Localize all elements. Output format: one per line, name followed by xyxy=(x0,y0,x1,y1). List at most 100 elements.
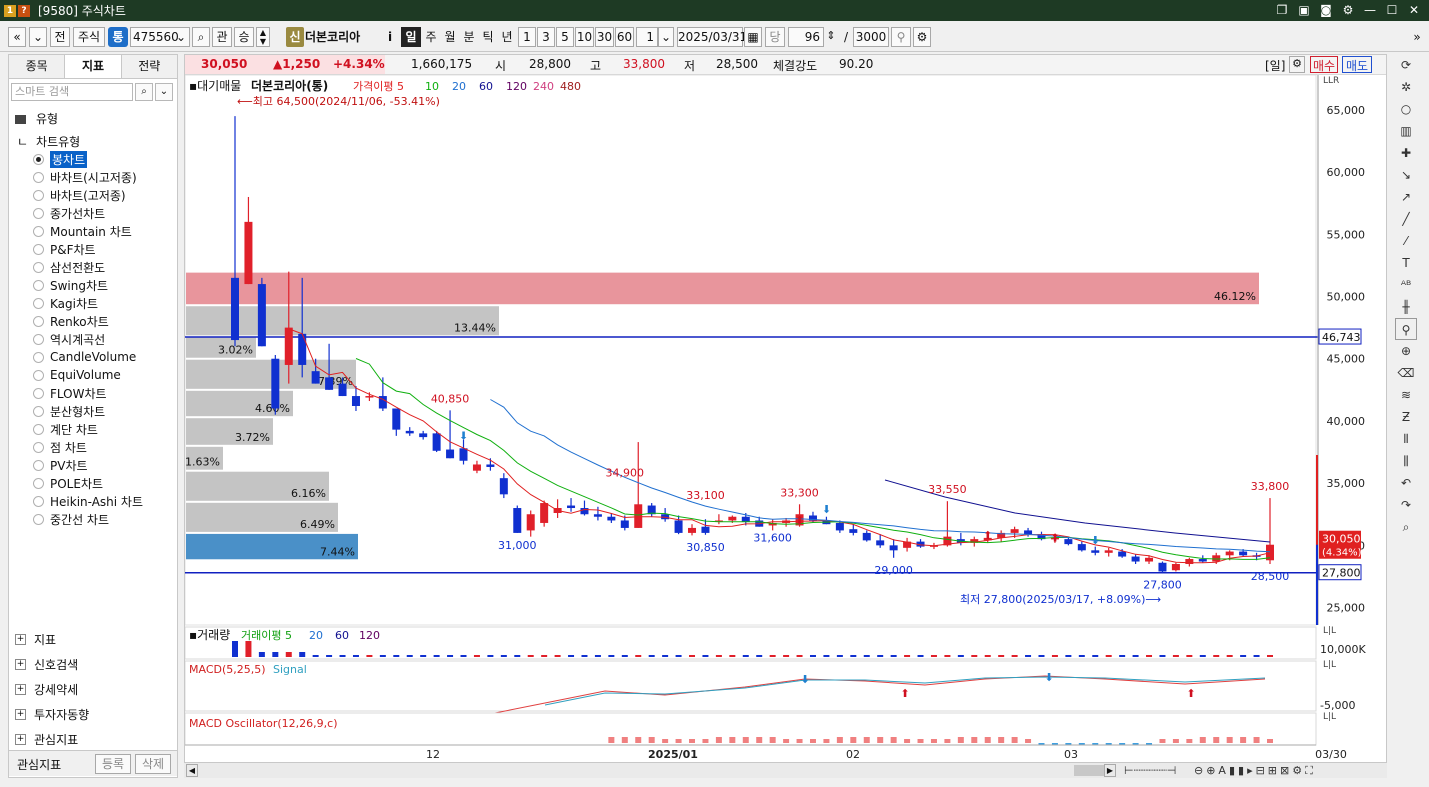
chart-type-item[interactable]: Swing차트 xyxy=(33,276,143,294)
auto-line-icon[interactable]: ⁄ xyxy=(1395,230,1417,252)
delete-button[interactable]: 삭제 xyxy=(135,754,171,774)
settings-gear-icon[interactable]: ⚙ xyxy=(1289,56,1305,73)
info-button[interactable]: i xyxy=(382,27,398,47)
eraser-icon[interactable]: ⌫ xyxy=(1395,362,1417,384)
chart-type-item[interactable]: 분산형차트 xyxy=(33,402,143,420)
magnifier-icon[interactable]: ⌕ xyxy=(1395,516,1417,538)
chart-area[interactable]: 30,050 ▲1,250 +4.34% 1,660,175 시 28,800 … xyxy=(184,54,1387,776)
calendar-icon[interactable]: ▦ xyxy=(744,27,762,47)
gwan-button[interactable]: 관 xyxy=(212,27,232,47)
code-input[interactable]: 475560 ⌄ xyxy=(130,27,190,47)
period-minute[interactable]: 분 xyxy=(460,27,478,47)
redo-icon[interactable]: ↷ xyxy=(1395,494,1417,516)
search-icon[interactable]: ⌕ xyxy=(192,27,210,47)
chart-type-item[interactable]: 바차트(시고저종) xyxy=(33,168,143,186)
time-scrollbar[interactable]: ◀ ▶ ⊢┈┈┈┈┈⊣ ⊖⊕A▮▮▸⊟⊞⊠⚙⛶ xyxy=(184,762,1387,778)
gear-icon[interactable]: ✲ xyxy=(1395,76,1417,98)
period-num-input[interactable]: 1 xyxy=(636,27,658,47)
updown-stepper-icon[interactable]: ▲ ▼ xyxy=(256,27,270,47)
chart-type-item[interactable]: Renko차트 xyxy=(33,312,143,330)
chart-type-item[interactable]: Mountain 차트 xyxy=(33,222,143,240)
chevron-down-icon[interactable]: ⌄ xyxy=(658,27,674,47)
stock-name[interactable]: 더본코리아 xyxy=(305,27,375,47)
vertical-lines-icon[interactable]: ⦀ xyxy=(1395,428,1417,450)
zoom-plus-icon[interactable]: ⚲ xyxy=(891,27,911,47)
market-select[interactable]: 주식 xyxy=(73,27,105,47)
chart-type-item[interactable]: Kagi차트 xyxy=(33,294,143,312)
settings-gear-icon[interactable]: ⚙ xyxy=(913,27,931,47)
ray-icon[interactable]: ↗ xyxy=(1395,186,1417,208)
help-icon[interactable]: ? xyxy=(18,4,30,17)
indicator-group[interactable]: + 강세약세 xyxy=(15,677,89,702)
candle-icon[interactable]: ╫ xyxy=(1395,296,1417,318)
indicator-group[interactable]: + 신호검색 xyxy=(15,652,89,677)
min-30[interactable]: 30 xyxy=(595,27,614,47)
date-input[interactable]: 2025/03/31 xyxy=(677,27,747,47)
register-button[interactable]: 등록 xyxy=(95,754,131,774)
period-month[interactable]: 월 xyxy=(441,27,459,47)
zoom-icon[interactable]: ⚲ xyxy=(1395,318,1417,340)
stepper-arrows-icon[interactable]: ⇕ xyxy=(826,27,836,47)
indicator-group[interactable]: + 지표 xyxy=(15,627,89,652)
indicator-group[interactable]: + 투자자동향 xyxy=(15,702,89,727)
bar-chart-icon[interactable]: ▥ xyxy=(1395,120,1417,142)
crosshair-icon[interactable]: ✚ xyxy=(1395,142,1417,164)
save-icon[interactable]: ▣ xyxy=(1295,2,1313,19)
zoom-plus-icon[interactable]: ⊕ xyxy=(1395,340,1417,362)
sell-button[interactable]: 매도 xyxy=(1342,56,1372,73)
refresh-icon[interactable]: ⟳ xyxy=(1395,54,1417,76)
undo-icon[interactable]: ↶ xyxy=(1395,472,1417,494)
chart-type-item[interactable]: 점 차트 xyxy=(33,438,143,456)
dropdown-chevron-icon[interactable]: ⌄ xyxy=(29,27,47,47)
chart-type-item[interactable]: POLE차트 xyxy=(33,474,143,492)
chart-type-item[interactable]: 종가선차트 xyxy=(33,204,143,222)
smart-search-input[interactable]: 스마트 검색 xyxy=(11,83,133,101)
chart-type-item[interactable]: FLOW차트 xyxy=(33,384,143,402)
min-5[interactable]: 5 xyxy=(556,27,574,47)
timeline-slider-icon[interactable]: ⊢┈┈┈┈┈⊣ xyxy=(1124,764,1176,777)
restore-layout-icon[interactable]: ❐ xyxy=(1273,2,1291,19)
prev-button[interactable]: 전 xyxy=(50,27,70,47)
min-3[interactable]: 3 xyxy=(537,27,555,47)
dang-button[interactable]: 당 xyxy=(765,27,785,47)
tab-strategy[interactable]: 전략 xyxy=(122,55,177,78)
chart-type-item[interactable]: PV차트 xyxy=(33,456,143,474)
period-week[interactable]: 주 xyxy=(422,27,440,47)
chart-type-item[interactable]: EquiVolume xyxy=(33,366,143,384)
line-icon[interactable]: ╱ xyxy=(1395,208,1417,230)
tab-jongmok[interactable]: 종목 xyxy=(9,55,64,78)
chart-type-item[interactable]: 봉차트 xyxy=(33,150,143,168)
maximize-icon[interactable]: ☐ xyxy=(1383,2,1401,19)
count-input[interactable]: 96 xyxy=(788,27,824,47)
period-year[interactable]: 년 xyxy=(498,27,516,47)
indicator-group[interactable]: + 관심지표 xyxy=(15,727,89,752)
scroll-thumb[interactable] xyxy=(1074,765,1104,776)
chart-type-item[interactable]: 역시계곡선 xyxy=(33,330,143,348)
close-icon[interactable]: ✕ xyxy=(1405,2,1423,19)
group-type[interactable]: 유형 xyxy=(15,110,58,127)
grid-icon[interactable]: ⫼ xyxy=(1395,450,1417,472)
chart-type-item[interactable]: CandleVolume xyxy=(33,348,143,366)
z-icon[interactable]: Ƶ xyxy=(1395,406,1417,428)
prev-double-icon[interactable]: « xyxy=(8,27,26,47)
chart-type-item[interactable]: 계단 차트 xyxy=(33,420,143,438)
period-day[interactable]: 일 xyxy=(401,27,421,47)
period-tick[interactable]: 틱 xyxy=(479,27,497,47)
price-chart[interactable]: 46.12%13.44%3.02%7.39%4.60%3.72%1.63%6.1… xyxy=(185,75,1386,775)
fibonacci-icon[interactable]: ≋ xyxy=(1395,384,1417,406)
settings-gear-icon[interactable]: ⚙ xyxy=(1339,2,1357,19)
search-icon[interactable]: ⌕ xyxy=(135,83,153,101)
chart-type-item[interactable]: 바차트(고저종) xyxy=(33,186,143,204)
min-60[interactable]: 60 xyxy=(615,27,634,47)
trendline-icon[interactable]: ↘ xyxy=(1395,164,1417,186)
camera-icon[interactable]: ◙ xyxy=(1317,2,1335,19)
min-1[interactable]: 1 xyxy=(518,27,536,47)
seung-button[interactable]: 승 xyxy=(234,27,254,47)
minimize-icon[interactable]: — xyxy=(1361,2,1379,19)
ab-label-icon[interactable]: ᴬᴮ xyxy=(1395,274,1417,296)
total-input[interactable]: 3000 xyxy=(853,27,889,47)
chevron-down-icon[interactable]: ⌄ xyxy=(155,83,173,101)
text-icon[interactable]: T xyxy=(1395,252,1417,274)
min-10[interactable]: 10 xyxy=(575,27,594,47)
tree-chart-type[interactable]: ㄴ 차트유형 xyxy=(17,133,80,150)
